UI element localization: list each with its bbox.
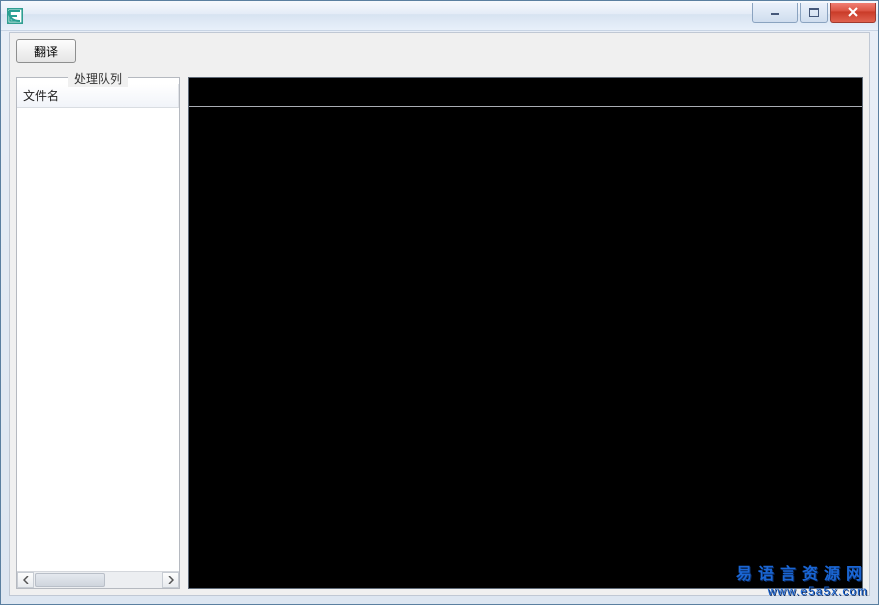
toolbar: 翻译 <box>10 33 869 65</box>
minimize-icon <box>770 8 780 16</box>
client-area: 翻译 处理队列 文件名 <box>9 32 870 596</box>
scroll-right-button[interactable] <box>162 572 179 588</box>
content-area: 处理队列 文件名 <box>16 71 863 589</box>
queue-column-filename[interactable]: 文件名 <box>17 84 179 107</box>
queue-panel: 处理队列 文件名 <box>16 77 180 589</box>
queue-horizontal-scrollbar[interactable] <box>17 571 179 588</box>
scroll-thumb[interactable] <box>35 573 105 587</box>
scroll-track[interactable] <box>34 572 162 588</box>
minimize-button[interactable] <box>752 3 798 23</box>
close-icon <box>847 7 859 17</box>
app-icon <box>7 8 23 24</box>
translate-button[interactable]: 翻译 <box>16 39 76 63</box>
queue-list-header: 文件名 <box>17 84 179 108</box>
titlebar[interactable] <box>1 1 878 31</box>
close-button[interactable] <box>830 3 876 23</box>
app-window: 翻译 处理队列 文件名 <box>0 0 879 605</box>
preview-pane <box>188 77 863 589</box>
preview-divider-line <box>189 106 862 107</box>
chevron-left-icon <box>23 576 29 584</box>
queue-legend: 处理队列 <box>68 70 128 87</box>
chevron-right-icon <box>168 576 174 584</box>
window-controls <box>752 3 876 23</box>
maximize-icon <box>809 8 819 17</box>
scroll-left-button[interactable] <box>17 572 34 588</box>
maximize-button[interactable] <box>800 3 828 23</box>
queue-list-body[interactable] <box>17 108 179 571</box>
